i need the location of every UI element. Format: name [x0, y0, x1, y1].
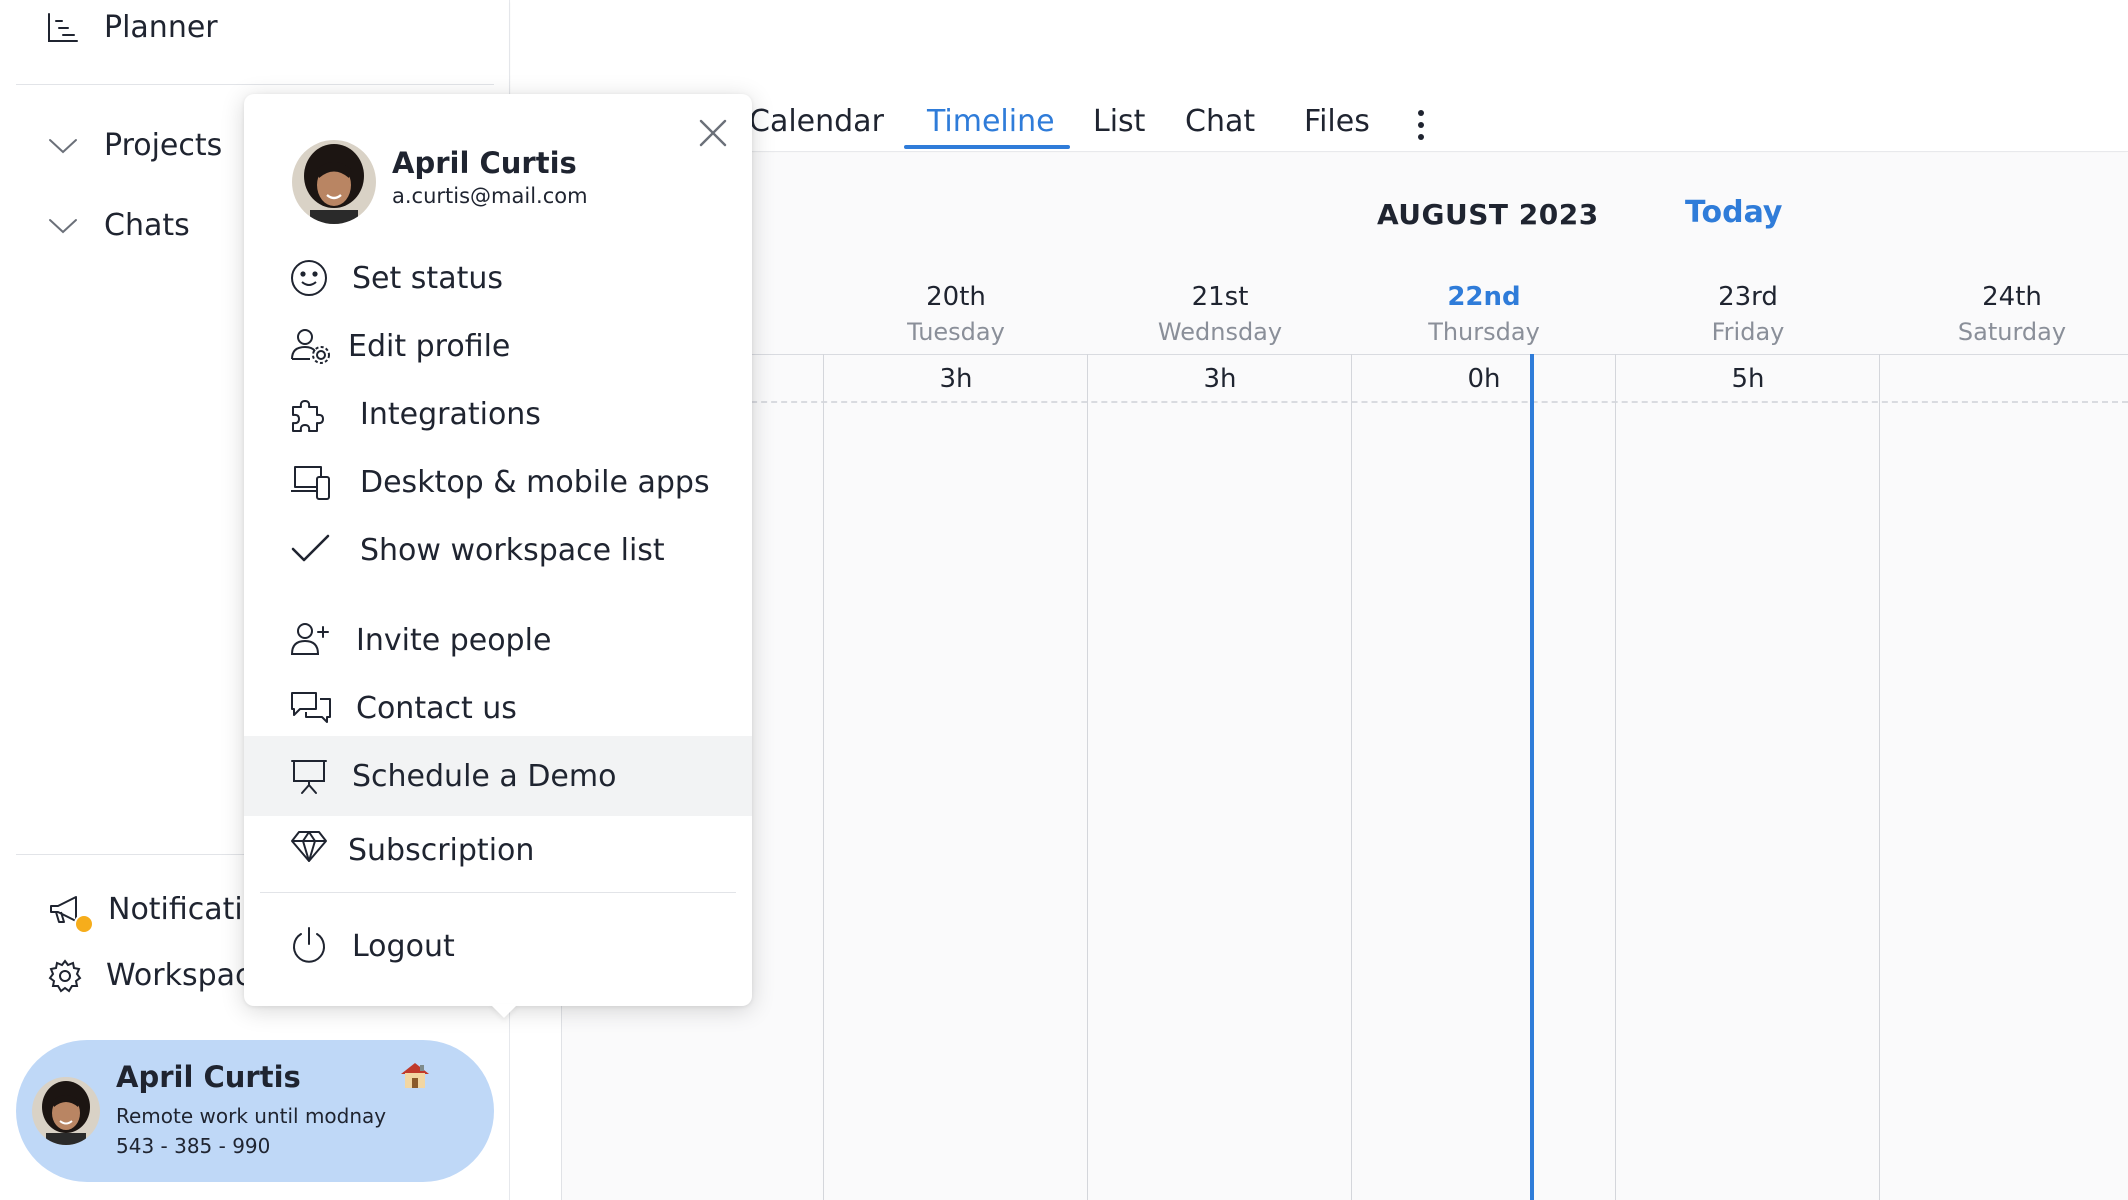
- diamond-icon: [291, 831, 327, 862]
- tab-calendar[interactable]: Calendar: [749, 104, 884, 139]
- month-label: AUGUST 2023: [1377, 198, 1599, 231]
- sidebar-divider: [16, 84, 494, 85]
- menu-item-logout[interactable]: Logout: [244, 912, 752, 980]
- user-status-card[interactable]: April Curtis Remote work until modnay 54…: [16, 1040, 494, 1182]
- menu-item-integrations[interactable]: Integrations: [244, 380, 752, 448]
- user-status-text: Remote work until modnay: [116, 1104, 387, 1128]
- menu-item-label: Integrations: [360, 396, 541, 432]
- smiley-icon: [291, 260, 327, 296]
- day-header: 23rd Friday: [1616, 282, 1880, 346]
- check-icon: [291, 534, 330, 562]
- tab-list[interactable]: List: [1093, 104, 1145, 139]
- sidebar-item-label: Projects: [104, 128, 223, 163]
- day-date: 20th: [926, 282, 986, 312]
- presentation-icon: [291, 760, 327, 794]
- day-weekday: Thursday: [1428, 318, 1540, 346]
- current-time-indicator: [1530, 354, 1534, 1200]
- menu-item-label: Subscription: [348, 832, 535, 868]
- gear-icon: [48, 958, 82, 992]
- day-weekday: Wednsday: [1157, 318, 1283, 346]
- user-phone: 543 - 385 - 990: [116, 1134, 271, 1158]
- menu-item-edit-profile[interactable]: Edit profile: [244, 312, 752, 380]
- day-weekday: Friday: [1711, 318, 1785, 346]
- puzzle-icon: [292, 400, 324, 432]
- menu-item-set-status[interactable]: Set status: [244, 244, 752, 312]
- view-tabs: Calendar Timeline List Chat Files: [511, 0, 2128, 152]
- day-header: 20th Tuesday: [824, 282, 1088, 346]
- sidebar-item-planner[interactable]: Planner: [46, 10, 218, 45]
- grid-column-line: [1087, 354, 1088, 1200]
- menu-item-label: Set status: [352, 260, 503, 296]
- menu-item-invite-people[interactable]: Invite people: [244, 606, 752, 674]
- menu-item-schedule-demo[interactable]: Schedule a Demo: [244, 736, 752, 816]
- grid-header-border: [561, 354, 2128, 355]
- grid-column-line: [1351, 354, 1352, 1200]
- menu-item-subscription[interactable]: Subscription: [244, 816, 752, 884]
- tab-files[interactable]: Files: [1304, 104, 1370, 139]
- tab-chat[interactable]: Chat: [1185, 104, 1255, 139]
- sidebar-item-projects[interactable]: Projects: [48, 128, 222, 163]
- chevron-down-icon: [49, 138, 77, 153]
- day-weekday: Tuesday: [907, 318, 1005, 346]
- chevron-down-icon: [49, 218, 77, 233]
- menu-item-contact-us[interactable]: Contact us: [244, 674, 752, 742]
- menu-divider: [260, 892, 736, 893]
- menu-item-label: Edit profile: [348, 328, 511, 364]
- notification-badge: [74, 914, 94, 934]
- day-header: 24th Saturday: [1880, 282, 2128, 346]
- day-date: 22nd: [1447, 282, 1521, 312]
- user-name: April Curtis: [116, 1060, 301, 1094]
- profile-email: a.curtis@mail.com: [392, 184, 588, 208]
- day-weekday: Saturday: [1957, 318, 2067, 346]
- sidebar-item-label: Chats: [104, 208, 190, 243]
- power-icon: [293, 927, 325, 963]
- menu-item-label: Contact us: [356, 690, 517, 726]
- more-vertical-icon[interactable]: [1413, 108, 1429, 142]
- user-plus-icon: [290, 623, 329, 655]
- tab-timeline[interactable]: Timeline: [927, 104, 1055, 139]
- menu-item-label: Invite people: [356, 622, 552, 658]
- day-header: 21st Wednsday: [1088, 282, 1352, 346]
- grid-column-line: [1879, 354, 1880, 1200]
- avatar: [32, 1077, 100, 1145]
- day-date: 21st: [1191, 282, 1249, 312]
- user-gear-icon: [291, 329, 330, 364]
- day-hours: 5h: [1731, 364, 1765, 394]
- menu-item-label: Show workspace list: [360, 532, 665, 568]
- day-header-current: 22nd Thursday: [1352, 282, 1616, 346]
- main-content: Calendar Timeline List Chat Files AUGUST…: [511, 0, 2128, 1200]
- chat-bubbles-icon: [291, 692, 331, 723]
- day-date: 23rd: [1718, 282, 1778, 312]
- grid-dashed-line: [561, 401, 2128, 403]
- grid-column-line: [1615, 354, 1616, 1200]
- sidebar-item-label: Planner: [104, 10, 218, 45]
- menu-item-label: Desktop & mobile apps: [360, 464, 710, 500]
- devices-icon: [291, 466, 330, 500]
- menu-item-label: Schedule a Demo: [352, 758, 617, 794]
- planner-icon: [48, 12, 78, 42]
- grid-column-line: [823, 354, 824, 1200]
- profile-name: April Curtis: [392, 146, 577, 180]
- house-icon: [401, 1063, 429, 1088]
- day-hours: 3h: [1203, 364, 1237, 394]
- close-icon[interactable]: [698, 118, 728, 148]
- menu-item-show-workspace-list[interactable]: Show workspace list: [244, 516, 752, 584]
- day-hours: 3h: [939, 364, 973, 394]
- active-tab-indicator: [904, 145, 1070, 149]
- avatar: [292, 140, 376, 224]
- day-hours: 0h: [1467, 364, 1501, 394]
- menu-item-desktop-mobile-apps[interactable]: Desktop & mobile apps: [244, 448, 752, 516]
- sidebar-item-chats[interactable]: Chats: [48, 208, 190, 243]
- day-date: 24th: [1982, 282, 2042, 312]
- popup-pointer: [490, 1004, 518, 1018]
- menu-item-label: Logout: [352, 928, 455, 964]
- profile-menu-popup: April Curtis a.curtis@mail.com Set statu…: [244, 94, 752, 1006]
- today-button[interactable]: Today: [1685, 195, 1782, 230]
